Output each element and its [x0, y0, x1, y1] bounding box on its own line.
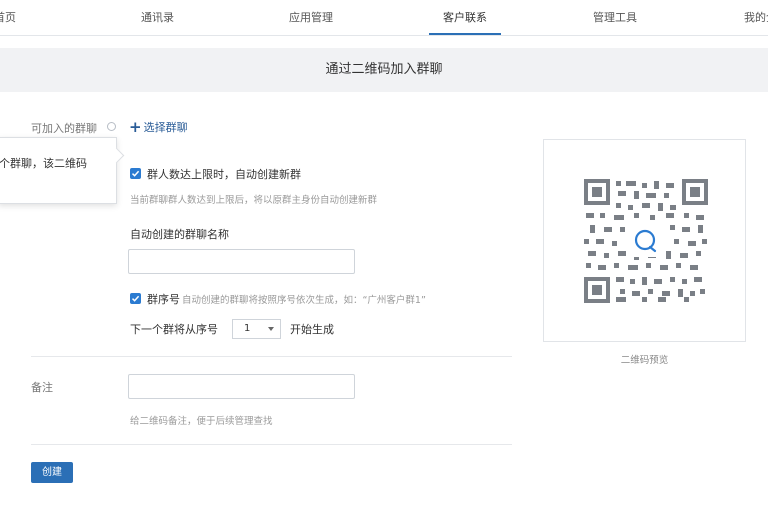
info-icon[interactable] — [107, 122, 116, 131]
tab-home[interactable]: 首页 — [0, 0, 16, 36]
auto-create-hint: 当前群聊群人数达到上限后，将以原群主身份自动创建新群 — [130, 195, 378, 206]
next-number-label: 下一个群将从序号 — [130, 323, 218, 336]
chevron-down-icon — [268, 327, 274, 331]
create-button[interactable]: 创建 — [31, 462, 73, 483]
group-number-checkbox[interactable] — [130, 293, 141, 304]
groups-label: 可加入的群聊 — [31, 122, 97, 135]
qr-caption: 二维码预览 — [620, 355, 669, 366]
remark-input[interactable] — [128, 374, 355, 399]
plus-icon: + — [129, 118, 142, 136]
tooltip-popover: 个群聊，该二维码 — [0, 137, 117, 204]
next-number-value: 1 — [244, 323, 251, 334]
qr-preview — [543, 139, 746, 342]
top-navigation: 首页 通讯录 应用管理 客户联系 管理工具 我的企业 — [0, 0, 768, 36]
tab-contacts[interactable]: 通讯录 — [141, 0, 174, 36]
next-number-suffix: 开始生成 — [290, 323, 334, 336]
auto-create-label: 群人数达上限时，自动创建新群 — [147, 168, 301, 181]
select-groups-label: 选择群聊 — [143, 121, 188, 134]
divider — [31, 444, 512, 445]
group-number-label: 群序号 — [147, 293, 180, 306]
divider — [31, 356, 512, 357]
select-groups-button[interactable]: + 选择群聊 — [129, 118, 188, 136]
next-number-select[interactable]: 1 — [232, 319, 281, 339]
checkmark-icon — [131, 170, 140, 177]
remark-label: 备注 — [31, 381, 53, 394]
remark-hint: 给二维码备注，便于后续管理查找 — [130, 416, 273, 427]
auto-name-input[interactable] — [128, 249, 355, 274]
tab-management-tools[interactable]: 管理工具 — [593, 0, 637, 36]
qr-code-icon — [584, 179, 708, 303]
tab-customer-contact[interactable]: 客户联系 — [429, 0, 501, 36]
tab-app-management[interactable]: 应用管理 — [289, 0, 333, 36]
page-title: 通过二维码加入群聊 — [0, 48, 768, 92]
auto-name-label: 自动创建的群聊名称 — [130, 228, 229, 241]
group-number-hint: 自动创建的群聊将按照序号依次生成，如：“广州客户群1” — [182, 295, 426, 306]
tab-my-enterprise[interactable]: 我的企业 — [744, 0, 768, 36]
tooltip-text: 个群聊，该二维码 — [0, 157, 87, 170]
auto-create-checkbox[interactable] — [130, 168, 141, 179]
checkmark-icon — [131, 295, 140, 302]
